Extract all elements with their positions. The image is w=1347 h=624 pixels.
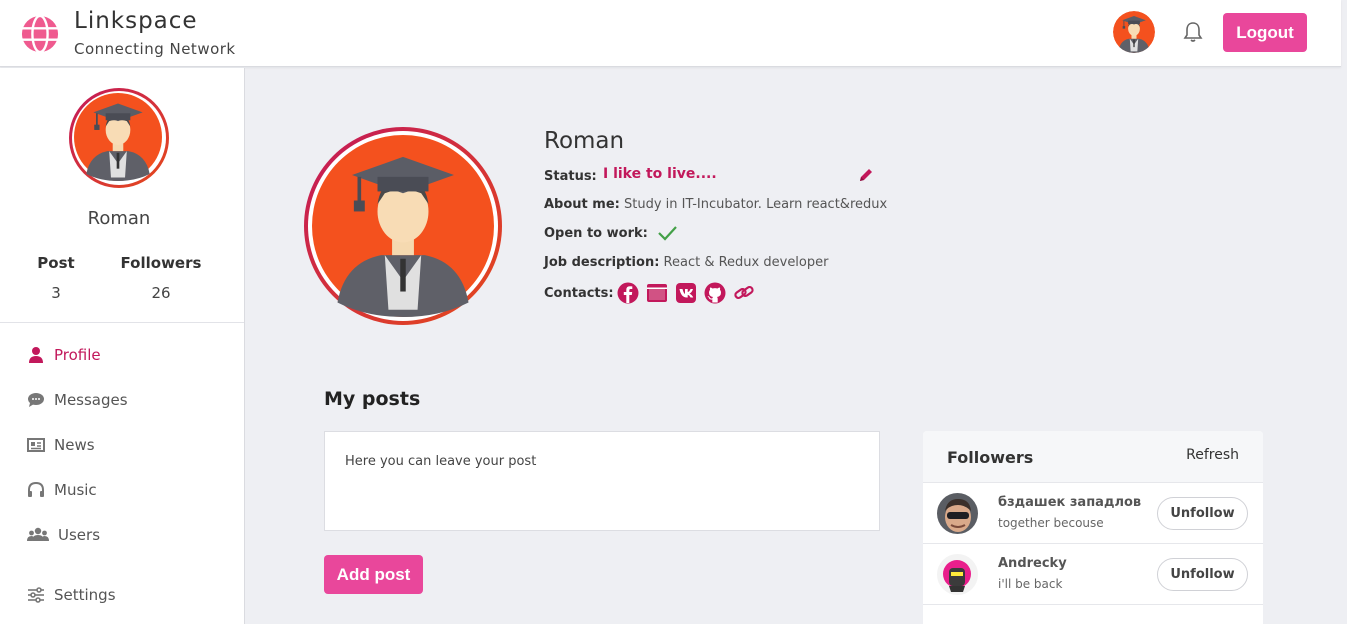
sidebar-item-label: Users [58,526,101,544]
post-textarea[interactable] [324,431,880,531]
sidebar-item-messages[interactable]: Messages [27,388,128,412]
sidebar-item-music[interactable]: Music [27,478,97,502]
followers-panel: Followers Refresh бздашек западлов toget… [923,431,1263,624]
user-icon [29,347,43,363]
follower-name: Andrecky [998,556,1067,571]
sliders-icon [28,587,44,603]
sidebar-divider [0,322,244,323]
sidebar-item-users[interactable]: Users [27,523,100,547]
job-value: React & Redux developer [663,255,829,270]
profile-name: Roman [544,128,625,154]
stat-followers-label: Followers [120,254,202,272]
status-row: Status: [544,169,597,184]
facebook-icon[interactable] [617,282,639,304]
list-item: Andrecky i'll be back Unfollow [923,544,1263,605]
open-to-work-label: Open to work: [544,226,648,241]
chat-icon [28,393,44,407]
profile-avatar[interactable] [304,127,502,325]
avatar[interactable] [937,554,978,595]
top-header: Linkspace Connecting Network Logout [0,0,1341,67]
sidebar-item-settings[interactable]: Settings [27,583,116,607]
vk-icon[interactable] [675,282,697,304]
about-value: Study in IT-Incubator. Learn react&redux [624,197,888,212]
sidebar-item-profile[interactable]: Profile [27,343,101,367]
stat-followers-value: 26 [151,284,171,302]
brand-subtitle: Connecting Network [74,40,236,58]
globe-logo-icon[interactable] [21,15,59,53]
followers-header: Followers Refresh [923,431,1263,483]
contacts-row: Contacts: [544,286,614,301]
open-to-work-row: Open to work: [544,226,648,241]
job-label: Job description: [544,255,660,270]
status-label: Status: [544,169,597,184]
sidebar-item-news[interactable]: News [27,433,95,457]
header-avatar[interactable] [1113,11,1155,53]
follower-name: бздашек западлов [998,495,1142,510]
sidebar-user-name: Roman [87,208,151,229]
followers-title: Followers [947,448,1034,467]
sidebar-avatar[interactable] [69,88,169,188]
notification-bell-icon[interactable] [1181,20,1205,44]
status-value[interactable]: I like to live.... [603,166,717,182]
unfollow-button[interactable]: Unfollow [1157,558,1248,591]
checkmark-icon [658,226,677,241]
avatar[interactable] [937,493,978,534]
contacts-icons [617,282,755,304]
about-label: About me: [544,197,620,212]
website-icon[interactable] [646,282,668,304]
github-icon[interactable] [704,282,726,304]
sidebar-item-label: News [54,436,95,454]
newspaper-icon [27,438,45,452]
contacts-label: Contacts: [544,286,614,301]
follower-status: together becouse [998,516,1104,530]
stat-post-label: Post [37,254,75,272]
list-item: бздашек западлов together becouse Unfoll… [923,483,1263,544]
sidebar: Roman Post 3 Followers 26 Profile Messag… [0,68,245,624]
stat-post-value: 3 [51,284,61,302]
sidebar-item-label: Messages [54,391,128,409]
my-posts-title: My posts [324,388,421,410]
follower-status: i'll be back [998,577,1063,591]
brand-title: Linkspace [74,8,198,34]
unfollow-button[interactable]: Unfollow [1157,497,1248,530]
sidebar-item-label: Music [54,481,97,499]
logout-button[interactable]: Logout [1223,13,1307,52]
about-row: About me: Study in IT-Incubator. Learn r… [544,197,887,212]
headphones-icon [28,481,44,497]
sidebar-item-label: Profile [54,346,101,364]
users-icon [27,527,49,541]
link-icon[interactable] [733,282,755,304]
sidebar-item-label: Settings [54,586,116,604]
edit-pencil-icon[interactable] [858,167,874,183]
job-row: Job description: React & Redux developer [544,255,828,270]
add-post-button[interactable]: Add post [324,555,423,594]
refresh-button[interactable]: Refresh [1186,447,1239,463]
